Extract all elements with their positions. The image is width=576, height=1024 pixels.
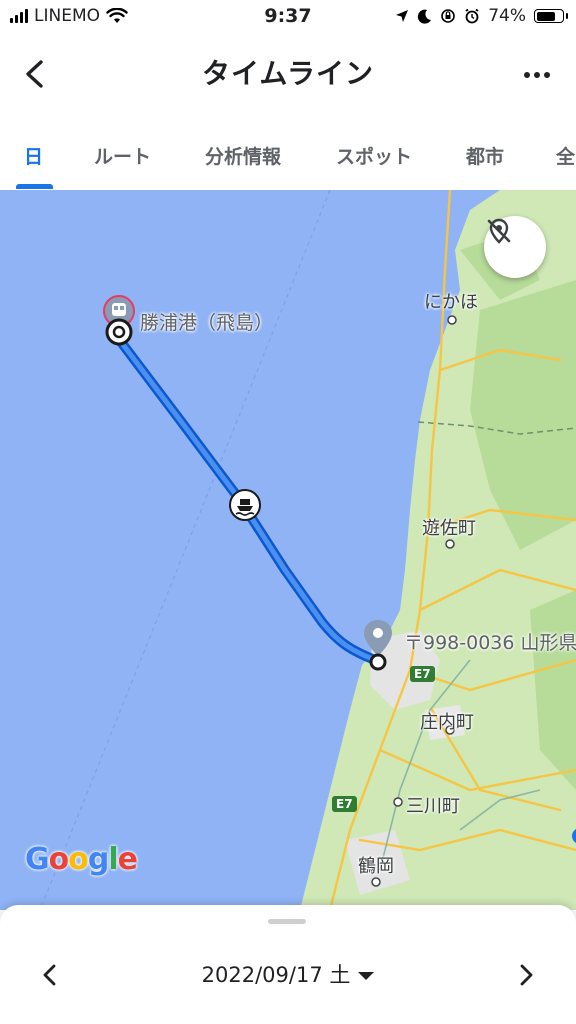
- status-right: 74%: [395, 6, 568, 26]
- location-arrow-icon: [396, 10, 409, 22]
- battery-percent: 74%: [488, 6, 526, 26]
- date-selector[interactable]: 2022/09/17 土: [0, 959, 576, 989]
- map-label-port[interactable]: 勝浦港（飛島）: [140, 308, 273, 335]
- chevron-right-icon: [520, 964, 533, 986]
- google-logo: Google: [25, 842, 138, 877]
- location-pin-icon[interactable]: [362, 618, 394, 676]
- more-horizontal-icon: [524, 72, 550, 78]
- rotation-lock-icon: [441, 9, 456, 23]
- map-label-mikawa[interactable]: 三川町: [406, 792, 460, 818]
- google-logo-text: Google: [25, 842, 138, 877]
- tab-all[interactable]: 全: [556, 142, 575, 169]
- app-header: タイムライン: [0, 34, 576, 114]
- map-canvas: [0, 190, 576, 910]
- my-location-button[interactable]: [484, 216, 546, 278]
- map-label-nikaho[interactable]: にかほ: [424, 288, 478, 314]
- date-label: 2022/09/17 土: [201, 963, 351, 987]
- location-off-icon: [487, 218, 511, 244]
- map-view[interactable]: 勝浦港（飛島） 〒998-0036 山形県 にかほ 遊佐町 庄内町 三川町 鶴岡…: [0, 190, 576, 910]
- tab-insights[interactable]: 分析情報: [205, 142, 281, 169]
- dropdown-caret-icon: [358, 972, 375, 980]
- tab-route[interactable]: ルート: [94, 142, 151, 169]
- tab-cities[interactable]: 都市: [466, 142, 504, 169]
- tab-bar: 日 ルート 分析情報 スポット 都市 全: [0, 118, 576, 191]
- sheet-handle[interactable]: [268, 919, 306, 924]
- battery-icon: [534, 9, 568, 23]
- expressway-shield: E7: [332, 796, 357, 812]
- tab-day[interactable]: 日: [24, 142, 43, 169]
- map-label-yuza[interactable]: 遊佐町: [422, 514, 476, 540]
- ferry-icon[interactable]: [228, 488, 262, 522]
- train-station-icon[interactable]: [102, 294, 136, 348]
- more-options-button[interactable]: [522, 60, 552, 90]
- tab-indicator: [16, 184, 53, 189]
- status-bar: LINEMO 9:37 74%: [0, 0, 576, 34]
- tab-places[interactable]: スポット: [336, 142, 412, 169]
- bottom-sheet: 2022/09/17 土: [0, 905, 576, 1024]
- map-label-tsuruoka[interactable]: 鶴岡: [358, 852, 394, 878]
- next-day-button[interactable]: [510, 959, 542, 991]
- map-label-address[interactable]: 〒998-0036 山形県: [404, 628, 576, 655]
- map-label-shonai[interactable]: 庄内町: [420, 708, 474, 734]
- moon-icon: [418, 9, 432, 24]
- alarm-icon: [465, 8, 479, 24]
- page-title: タイムライン: [201, 57, 375, 90]
- expressway-shield: E7: [410, 666, 435, 682]
